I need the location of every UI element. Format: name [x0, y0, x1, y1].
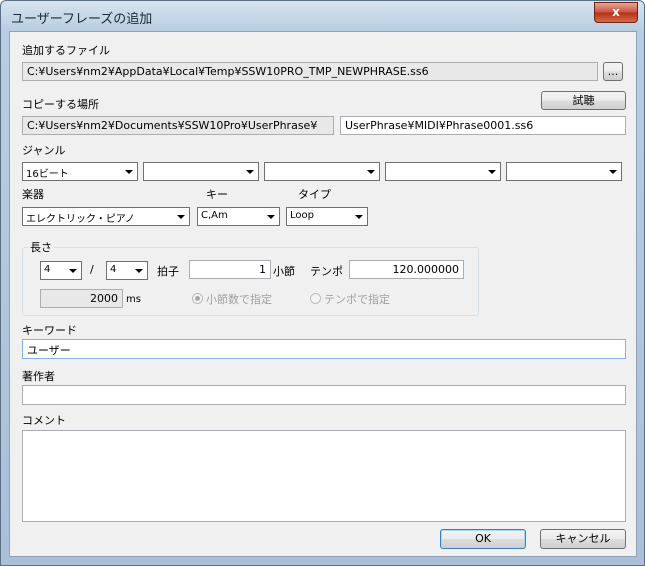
author-input[interactable] [22, 385, 626, 405]
dialog-window: ユーザーフレーズの追加 x 追加するファイル C:¥Users¥nm2¥AppD… [0, 0, 645, 566]
keyword-label: キーワード [22, 324, 77, 337]
radio-by-tempo-label: テンポで指定 [324, 293, 390, 306]
time-sig-numerator-select[interactable]: 4 [40, 261, 82, 280]
genre-select-2[interactable] [143, 162, 259, 181]
radio-by-measures-label: 小節数で指定 [206, 293, 272, 306]
radio-by-tempo[interactable] [310, 293, 321, 304]
audition-button[interactable]: 試聴 [541, 91, 626, 110]
type-label: タイプ [298, 188, 331, 201]
close-button[interactable]: x [594, 2, 638, 23]
genre-label: ジャンル [22, 144, 66, 157]
ok-button[interactable]: OK [440, 529, 526, 549]
source-file-label: 追加するファイル [22, 44, 110, 57]
keyword-input[interactable]: ユーザー [22, 339, 626, 359]
author-label: 著作者 [22, 370, 55, 383]
window-title: ユーザーフレーズの追加 [11, 12, 153, 27]
chevron-down-icon [267, 215, 275, 219]
copy-dest-file-input[interactable]: UserPhrase¥MIDI¥Phrase0001.ss6 [340, 116, 626, 135]
key-select[interactable]: C,Am [197, 207, 280, 226]
copy-dest-label: コピーする場所 [22, 98, 99, 111]
measures-input[interactable]: 1 [189, 260, 271, 279]
instrument-select[interactable]: エレクトリック・ピアノ [22, 207, 190, 226]
instrument-label: 楽器 [22, 188, 44, 201]
comment-label: コメント [22, 414, 66, 427]
chevron-down-icon [125, 170, 133, 174]
time-sig-slash: / [90, 263, 94, 276]
title-bar[interactable]: ユーザーフレーズの追加 x [1, 1, 644, 31]
dialog-client: 追加するファイル C:¥Users¥nm2¥AppData¥Local¥Temp… [9, 31, 637, 557]
browse-button[interactable]: ... [603, 62, 623, 81]
chevron-down-icon [177, 215, 185, 219]
type-select[interactable]: Loop [286, 207, 368, 226]
tempo-input[interactable]: 120.000000 [349, 260, 464, 279]
ms-unit-label: ms [126, 294, 141, 305]
chevron-down-icon [355, 215, 363, 219]
genre-select-1[interactable]: 16ビート [22, 162, 138, 181]
genre-select-5[interactable] [506, 162, 622, 181]
chevron-down-icon [367, 170, 375, 174]
chevron-down-icon [609, 170, 617, 174]
chevron-down-icon [135, 269, 143, 273]
genre-select-4[interactable] [385, 162, 501, 181]
key-label: キー [206, 188, 228, 201]
copy-dest-folder: C:¥Users¥nm2¥Documents¥SSW10Pro¥UserPhra… [22, 116, 334, 135]
radio-by-measures[interactable] [192, 293, 203, 304]
beat-label: 拍子 [157, 265, 179, 278]
comment-textarea[interactable] [22, 430, 626, 522]
chevron-down-icon [246, 170, 254, 174]
time-sig-denominator-select[interactable]: 4 [106, 261, 148, 280]
chevron-down-icon [69, 269, 77, 273]
chevron-down-icon [488, 170, 496, 174]
length-ms-field: 2000 [40, 289, 123, 308]
length-group-label: 長さ [28, 239, 54, 255]
measures-label: 小節 [273, 265, 295, 278]
cancel-button[interactable]: キャンセル [540, 529, 626, 549]
genre-select-3[interactable] [264, 162, 380, 181]
tempo-label: テンポ [310, 265, 343, 278]
close-icon: x [612, 5, 620, 19]
source-file-path: C:¥Users¥nm2¥AppData¥Local¥Temp¥SSW10PRO… [22, 62, 598, 81]
